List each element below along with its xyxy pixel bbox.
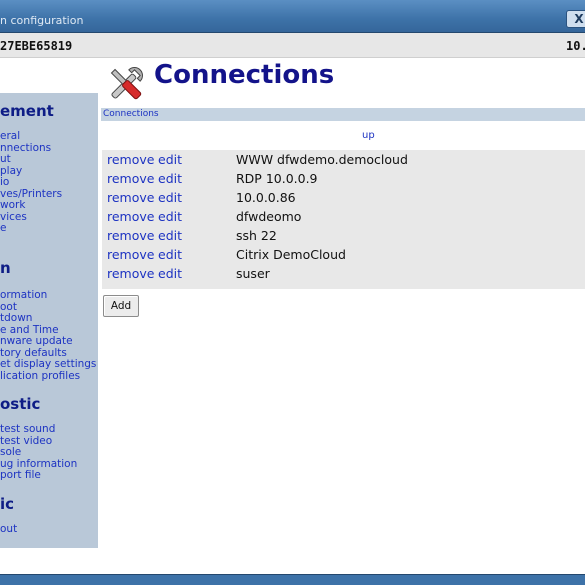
edit-link[interactable]: edit bbox=[158, 171, 182, 186]
sidebar-item-shutdown[interactable]: tdown bbox=[0, 312, 32, 325]
sidebar: ement eral nnections ut play io ves/Prin… bbox=[0, 93, 98, 548]
add-button[interactable]: Add bbox=[103, 295, 139, 317]
tools-icon bbox=[110, 67, 143, 100]
up-link[interactable]: up bbox=[362, 130, 375, 141]
remove-link[interactable]: remove bbox=[107, 190, 154, 205]
sidebar-heading-system: n bbox=[0, 259, 11, 277]
sidebar-item-firmware-update[interactable]: nware update bbox=[0, 335, 73, 348]
table-row: remove edit RDP 10.0.0.9 bbox=[102, 169, 585, 188]
sidebar-item-export-file[interactable]: port file bbox=[0, 469, 41, 482]
connection-name: RDP 10.0.0.9 bbox=[236, 171, 318, 186]
connection-name: 10.0.0.86 bbox=[236, 190, 296, 205]
sidebar-item-audio[interactable]: io bbox=[0, 176, 9, 189]
sidebar-item-save[interactable]: e bbox=[0, 222, 6, 235]
remove-link[interactable]: remove bbox=[107, 171, 154, 186]
table-row: remove edit Citrix DemoCloud bbox=[102, 245, 585, 264]
remove-link[interactable]: remove bbox=[107, 266, 154, 281]
sidebar-heading-diagnostic: ostic bbox=[0, 395, 41, 413]
device-info-bar: 27EBE65819 10. bbox=[0, 33, 585, 58]
sidebar-item-logout[interactable]: out bbox=[0, 523, 17, 536]
sidebar-heading-management: ement bbox=[0, 102, 54, 120]
connections-table: remove edit WWW dfwdemo.democloud remove… bbox=[102, 150, 585, 289]
connection-name: Citrix DemoCloud bbox=[236, 247, 346, 262]
sidebar-item-reset-display-settings[interactable]: et display settings bbox=[0, 358, 96, 371]
breadcrumb: Connections bbox=[101, 108, 585, 121]
edit-link[interactable]: edit bbox=[158, 152, 182, 167]
close-button[interactable]: X bbox=[566, 10, 585, 28]
sidebar-item-application-profiles[interactable]: lication profiles bbox=[0, 370, 80, 383]
page-title: Connections bbox=[154, 60, 335, 90]
sidebar-item-network[interactable]: work bbox=[0, 199, 25, 212]
edit-link[interactable]: edit bbox=[158, 266, 182, 281]
sidebar-item-layout[interactable]: ut bbox=[0, 153, 11, 166]
remove-link[interactable]: remove bbox=[107, 209, 154, 224]
breadcrumb-connections-link[interactable]: Connections bbox=[103, 108, 159, 121]
remove-link[interactable]: remove bbox=[107, 228, 154, 243]
connection-name: dfwdeomo bbox=[236, 209, 302, 224]
edit-link[interactable]: edit bbox=[158, 247, 182, 262]
table-row: remove edit dfwdeomo bbox=[102, 207, 585, 226]
table-row: remove edit 10.0.0.86 bbox=[102, 188, 585, 207]
edit-link[interactable]: edit bbox=[158, 209, 182, 224]
window-title: n configuration bbox=[0, 14, 84, 27]
device-id: 27EBE65819 bbox=[0, 39, 73, 53]
connection-name: ssh 22 bbox=[236, 228, 277, 243]
remove-link[interactable]: remove bbox=[107, 152, 154, 167]
sidebar-item-test-sound[interactable]: test sound bbox=[0, 423, 55, 436]
table-row: remove edit ssh 22 bbox=[102, 226, 585, 245]
table-row: remove edit WWW dfwdemo.democloud bbox=[102, 150, 585, 169]
edit-link[interactable]: edit bbox=[158, 228, 182, 243]
sidebar-item-console[interactable]: sole bbox=[0, 446, 21, 459]
config-window: n configuration X 27EBE65819 10. ement e… bbox=[0, 0, 585, 585]
sidebar-item-information[interactable]: ormation bbox=[0, 289, 47, 302]
sidebar-heading-logic: ic bbox=[0, 495, 15, 513]
title-bar[interactable]: n configuration X bbox=[0, 0, 585, 33]
remove-link[interactable]: remove bbox=[107, 247, 154, 262]
connection-name: WWW dfwdemo.democloud bbox=[236, 152, 408, 167]
table-row: remove edit suser bbox=[102, 264, 585, 283]
device-ip: 10. bbox=[566, 39, 585, 53]
window-bottom-border bbox=[0, 574, 585, 585]
sidebar-item-general[interactable]: eral bbox=[0, 130, 20, 143]
edit-link[interactable]: edit bbox=[158, 190, 182, 205]
connection-name: suser bbox=[236, 266, 270, 281]
